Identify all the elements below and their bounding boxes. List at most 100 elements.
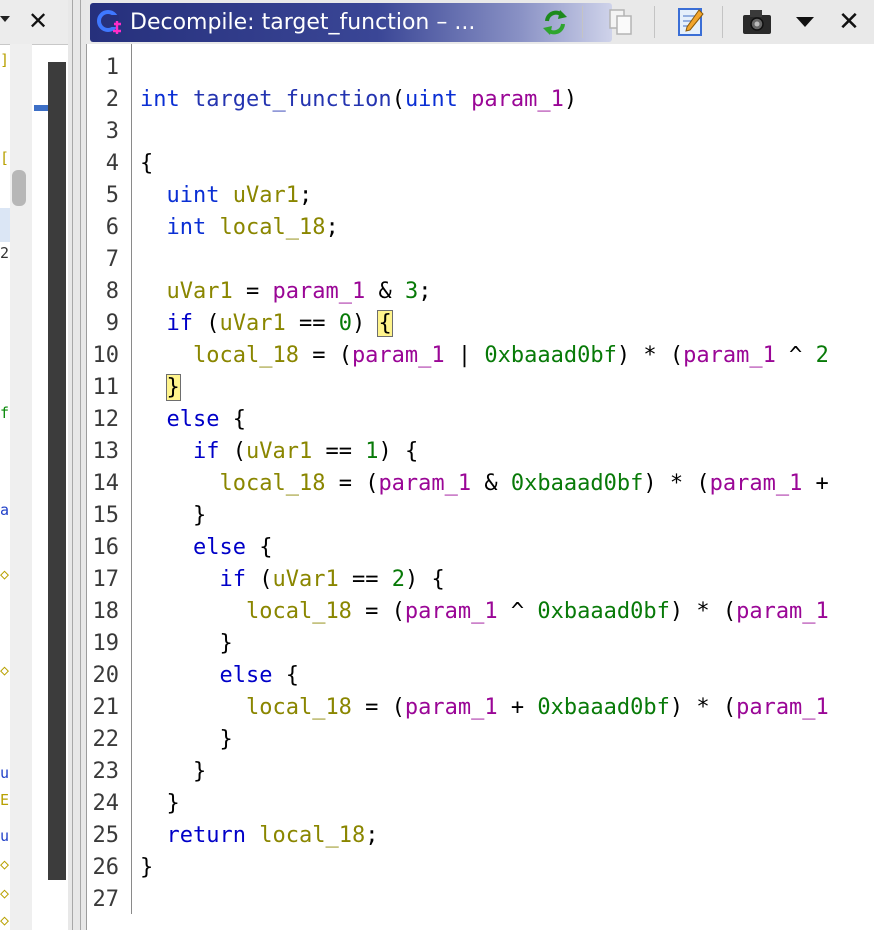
code-line[interactable]: 26} — [87, 852, 874, 884]
listing-overview-bar[interactable] — [48, 62, 66, 880]
decompiler-code-view[interactable]: 1 2 int target_function(uint param_1) 3 4{5 … — [86, 44, 874, 930]
listing-horizontal-scroll-thumb[interactable] — [12, 170, 26, 206]
code-line[interactable]: 14 local_18 = (param_1 & 0xbaaad0bf) * (… — [87, 468, 874, 500]
code-line[interactable]: 6 int local_18; — [87, 212, 874, 244]
variable-token[interactable]: uVar1 — [233, 183, 299, 208]
snapshot-camera-icon[interactable] — [740, 4, 774, 40]
punctuation-token: ; — [418, 279, 432, 304]
menu-dropdown-icon[interactable] — [796, 17, 814, 27]
type-token[interactable]: int — [140, 87, 180, 112]
type-token[interactable]: uint — [167, 183, 220, 208]
type-token[interactable]: uint — [405, 87, 458, 112]
punctuation-token: ( — [193, 311, 220, 336]
punctuation-token — [246, 823, 259, 848]
code-line[interactable]: 17 if (uVar1 == 2) { — [87, 564, 874, 596]
number-literal-token[interactable]: 0xbaaad0bf — [537, 695, 669, 720]
panel-splitter[interactable] — [68, 0, 86, 930]
code-line[interactable]: 11 } — [87, 372, 874, 404]
punctuation-token: == — [285, 311, 339, 336]
code-line[interactable]: 7 — [87, 244, 874, 276]
code-line[interactable]: 23 } — [87, 756, 874, 788]
keyword-token[interactable]: return — [167, 823, 246, 848]
parameter-token[interactable]: param_1 — [471, 87, 564, 112]
code-line[interactable]: 5 uint uVar1; — [87, 180, 874, 212]
variable-token[interactable]: local_18 — [193, 343, 299, 368]
variable-token[interactable]: local_18 — [259, 823, 365, 848]
number-literal-token[interactable]: 1 — [365, 439, 378, 464]
listing-margin-glyph: ◇ — [0, 855, 10, 873]
listing-menu-dropdown-icon[interactable] — [0, 16, 10, 22]
code-line[interactable]: 4{ — [87, 148, 874, 180]
parameter-token[interactable]: param_1 — [683, 343, 776, 368]
parameter-token[interactable]: param_1 — [736, 695, 829, 720]
code-line[interactable]: 18 local_18 = (param_1 ^ 0xbaaad0bf) * (… — [87, 596, 874, 628]
matched-brace-token[interactable]: } — [165, 374, 181, 401]
parameter-token[interactable]: param_1 — [405, 695, 498, 720]
punctuation-token: { — [140, 151, 154, 176]
punctuation-token: } — [140, 791, 180, 816]
matched-brace-token[interactable]: { — [377, 310, 393, 337]
punctuation-token — [219, 183, 232, 208]
code-line[interactable]: 27 — [87, 884, 874, 916]
code-line[interactable]: 20 else { — [87, 660, 874, 692]
parameter-token[interactable]: param_1 — [710, 471, 803, 496]
variable-token[interactable]: uVar1 — [246, 439, 312, 464]
parameter-token[interactable]: param_1 — [736, 599, 829, 624]
code-line[interactable]: 16 else { — [87, 532, 874, 564]
edit-icon[interactable] — [674, 4, 708, 40]
variable-token[interactable]: local_18 — [246, 695, 352, 720]
number-literal-token[interactable]: 0xbaaad0bf — [484, 343, 616, 368]
code-line[interactable]: 12 else { — [87, 404, 874, 436]
variable-token[interactable]: local_18 — [246, 599, 352, 624]
keyword-token[interactable]: else — [167, 407, 220, 432]
line-number: 3 — [105, 119, 119, 144]
code-line[interactable]: 25 return local_18; — [87, 820, 874, 852]
number-literal-token[interactable]: 0xbaaad0bf — [537, 599, 669, 624]
keyword-token[interactable]: if — [193, 439, 220, 464]
code-line[interactable]: 1 — [87, 52, 874, 84]
decompile-title-tab[interactable]: Decompile: target_function – ... — [90, 3, 612, 42]
keyword-token[interactable]: if — [167, 311, 194, 336]
code-line[interactable]: 13 if (uVar1 == 1) { — [87, 436, 874, 468]
keyword-token[interactable]: else — [193, 535, 246, 560]
code-text: uVar1 = param_1 & 3; — [140, 276, 432, 308]
variable-token[interactable]: uVar1 — [220, 311, 286, 336]
variable-token[interactable]: uVar1 — [272, 567, 338, 592]
variable-token[interactable]: local_18 — [220, 215, 326, 240]
variable-token[interactable]: local_18 — [219, 471, 325, 496]
parameter-token[interactable]: param_1 — [272, 279, 365, 304]
code-text: } — [140, 372, 181, 404]
keyword-token[interactable]: if — [219, 567, 246, 592]
code-text: int local_18; — [140, 212, 339, 244]
close-icon[interactable]: ✕ — [834, 5, 864, 39]
code-text: if (uVar1 == 0) { — [140, 308, 393, 340]
keyword-token[interactable]: else — [219, 663, 272, 688]
code-line[interactable]: 8 uVar1 = param_1 & 3; — [87, 276, 874, 308]
number-literal-token[interactable]: 0 — [339, 311, 352, 336]
parameter-token[interactable]: param_1 — [352, 343, 445, 368]
parameter-token[interactable]: param_1 — [405, 599, 498, 624]
refresh-icon[interactable] — [538, 4, 572, 40]
code-line[interactable]: 19 } — [87, 628, 874, 660]
variable-token[interactable]: uVar1 — [167, 279, 233, 304]
listing-close-button[interactable]: ✕ — [28, 6, 48, 36]
code-line[interactable]: 24 } — [87, 788, 874, 820]
code-line[interactable]: 21 local_18 = (param_1 + 0xbaaad0bf) * (… — [87, 692, 874, 724]
code-line[interactable]: 3 — [87, 116, 874, 148]
code-line[interactable]: 9 if (uVar1 == 0) { — [87, 308, 874, 340]
punctuation-token: } — [140, 503, 207, 528]
number-literal-token[interactable]: 2 — [816, 343, 829, 368]
number-literal-token[interactable]: 0xbaaad0bf — [511, 471, 643, 496]
function-name-token[interactable]: target_function — [193, 87, 392, 112]
parameter-token[interactable]: param_1 — [378, 471, 471, 496]
code-line[interactable]: 2 int target_function(uint param_1) — [87, 84, 874, 116]
code-line[interactable]: 22 } — [87, 724, 874, 756]
code-line[interactable]: 10 local_18 = (param_1 | 0xbaaad0bf) * (… — [87, 340, 874, 372]
number-literal-token[interactable]: 2 — [392, 567, 405, 592]
number-literal-token[interactable]: 3 — [405, 279, 418, 304]
code-text: uint uVar1; — [140, 180, 313, 212]
punctuation-token — [140, 823, 167, 848]
code-line[interactable]: 15 } — [87, 500, 874, 532]
copy-icon[interactable] — [604, 4, 638, 40]
type-token[interactable]: int — [167, 215, 207, 240]
